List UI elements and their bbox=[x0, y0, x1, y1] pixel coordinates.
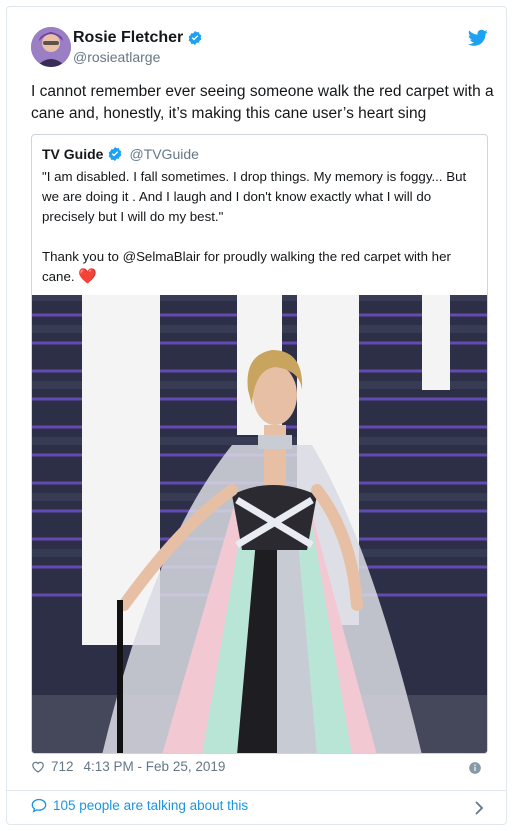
quoted-tweet-header[interactable]: TV Guide @TVGuide bbox=[42, 146, 199, 162]
like-count[interactable]: 712 bbox=[51, 759, 74, 774]
quoted-tweet-photo[interactable] bbox=[32, 295, 487, 753]
author-name[interactable]: Rosie Fletcher bbox=[73, 29, 203, 47]
conversation-link[interactable]: 105 people are talking about this bbox=[31, 798, 248, 813]
quoted-tweet-text: "I am disabled. I fall sometimes. I drop… bbox=[42, 167, 478, 287]
author-display-name[interactable]: Rosie Fletcher bbox=[73, 29, 183, 47]
verified-badge-icon bbox=[188, 31, 202, 45]
heart-icon[interactable] bbox=[31, 760, 45, 773]
tweet-meta: 712 4:13 PM - Feb 25, 2019 bbox=[31, 759, 225, 774]
quoted-text-thanks: Thank you to @SelmaBlair for proudly wal… bbox=[42, 249, 451, 284]
footer-divider bbox=[7, 790, 506, 791]
heart-emoji-icon: ❤️ bbox=[78, 268, 97, 285]
comment-icon bbox=[31, 798, 47, 813]
tweet-timestamp[interactable]: 4:13 PM - Feb 25, 2019 bbox=[84, 759, 226, 774]
twitter-bird-icon[interactable] bbox=[468, 29, 488, 47]
tweet-card: Rosie Fletcher @rosieatlarge I cannot re… bbox=[6, 6, 507, 825]
author-handle[interactable]: @rosieatlarge bbox=[73, 49, 160, 65]
tweet-text: I cannot remember ever seeing someone wa… bbox=[31, 83, 494, 122]
quoted-tweet[interactable]: TV Guide @TVGuide "I am disabled. I fall… bbox=[31, 134, 488, 754]
quoted-display-name[interactable]: TV Guide bbox=[42, 146, 103, 162]
info-icon[interactable] bbox=[468, 761, 482, 775]
verified-badge-icon bbox=[109, 147, 122, 161]
avatar[interactable] bbox=[31, 27, 71, 67]
chevron-right-icon[interactable] bbox=[474, 801, 484, 815]
conversation-label[interactable]: 105 people are talking about this bbox=[53, 798, 248, 813]
quoted-text-quote: "I am disabled. I fall sometimes. I drop… bbox=[42, 169, 467, 224]
quoted-handle[interactable]: @TVGuide bbox=[129, 146, 198, 162]
